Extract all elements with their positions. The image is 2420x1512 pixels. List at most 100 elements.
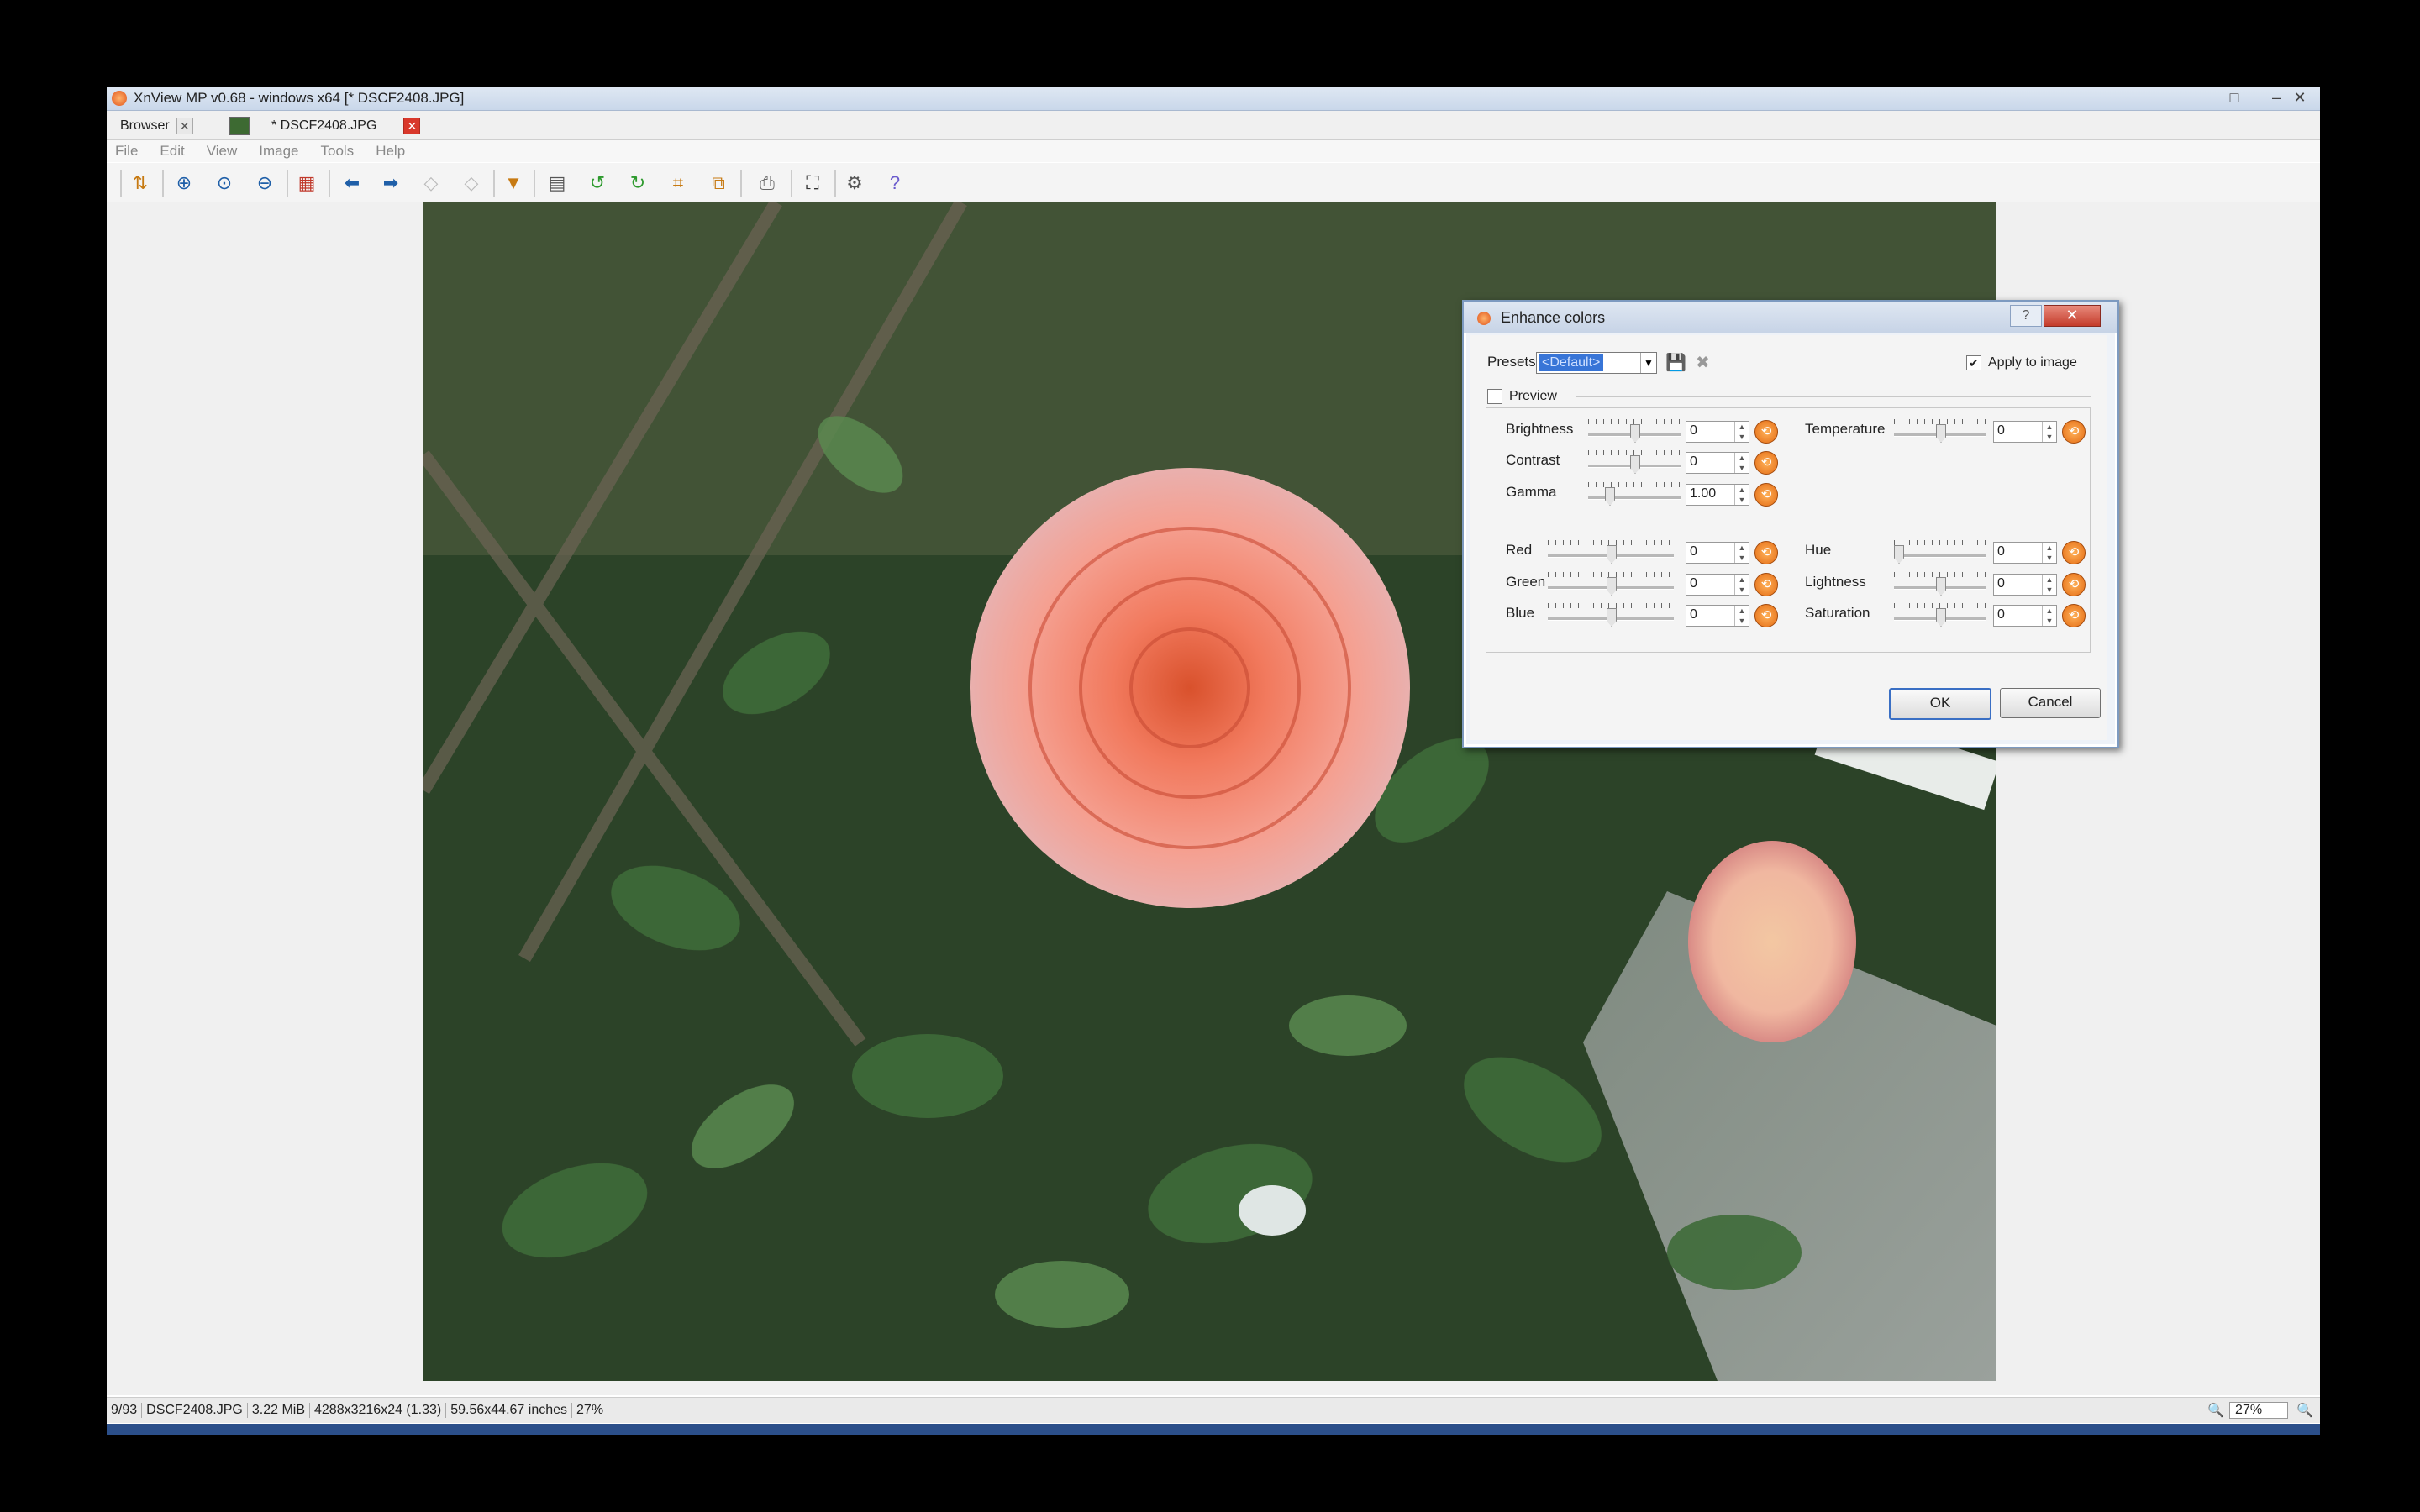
reset-icon[interactable]: ⟲	[1754, 420, 1778, 444]
zoom-in-icon[interactable]: ⊕	[171, 170, 197, 197]
slider-thumb[interactable]	[1607, 577, 1617, 596]
slider-thumb[interactable]	[1630, 424, 1640, 443]
slider-thumb[interactable]	[1605, 487, 1615, 506]
green-slider[interactable]	[1548, 570, 1674, 596]
blue-value-field[interactable]: 0 ▲ ▼	[1686, 605, 1749, 627]
spin-arrows-icon[interactable]: ▲ ▼	[1734, 606, 1749, 626]
grid-icon[interactable]: ▦	[293, 170, 320, 197]
slider-thumb[interactable]	[1607, 545, 1617, 564]
reset-icon[interactable]: ⟲	[1754, 604, 1778, 627]
slider-thumb[interactable]	[1607, 608, 1617, 627]
presets-select[interactable]: <Default> ▼	[1536, 352, 1657, 374]
reset-icon[interactable]: ⟲	[1754, 451, 1778, 475]
brightness-slider[interactable]	[1588, 417, 1681, 443]
temperature-slider[interactable]	[1894, 417, 1986, 443]
menu-file[interactable]: File	[115, 140, 138, 162]
minimize-icon[interactable]: –	[2265, 90, 2288, 107]
spin-arrows-icon[interactable]: ▲ ▼	[1734, 453, 1749, 473]
slider-thumb[interactable]	[1936, 608, 1946, 627]
spin-arrows-icon[interactable]: ▲ ▼	[1734, 422, 1749, 442]
reset-icon[interactable]: ⟲	[1754, 573, 1778, 596]
preview-checkbox[interactable]	[1487, 389, 1502, 404]
zoom-in-small-icon[interactable]: 🔍	[2296, 1402, 2313, 1419]
menu-tools[interactable]: Tools	[321, 140, 355, 162]
slider-thumb[interactable]	[1894, 545, 1904, 564]
hue-value-field[interactable]: 0 ▲ ▼	[1993, 542, 2057, 564]
menu-view[interactable]: View	[207, 140, 238, 162]
spin-arrows-icon[interactable]: ▲ ▼	[1734, 575, 1749, 595]
contrast-slider[interactable]	[1588, 449, 1681, 474]
menu-help[interactable]: Help	[376, 140, 405, 162]
gamma-value-field[interactable]: 1.00 ▲ ▼	[1686, 484, 1749, 506]
slideshow-icon[interactable]: ▼	[500, 170, 527, 197]
help-icon[interactable]: ?	[881, 170, 908, 197]
resize-icon[interactable]: ⧉	[705, 170, 732, 197]
apply-to-image-checkbox[interactable]: ✔	[1966, 355, 1981, 370]
previous-icon[interactable]: ⬅	[339, 170, 366, 197]
menu-image[interactable]: Image	[259, 140, 298, 162]
status-dimensions: 4288x3216x24 (1.33)	[310, 1403, 447, 1418]
rotate-left-icon[interactable]: ↺	[584, 170, 611, 197]
next-icon[interactable]: ➡	[377, 170, 404, 197]
green-value-field[interactable]: 0 ▲ ▼	[1686, 574, 1749, 596]
reset-icon[interactable]: ⟲	[2062, 420, 2086, 444]
lightness-value-field[interactable]: 0 ▲ ▼	[1993, 574, 2057, 596]
fullscreen-icon[interactable]: ⛶	[799, 170, 826, 197]
dialog-body: Presets: <Default> ▼ 💾 ✖ ✔ Apply to imag…	[1470, 335, 2107, 740]
temperature-value-field[interactable]: 0 ▲ ▼	[1993, 421, 2057, 443]
reset-icon[interactable]: ⟲	[1754, 541, 1778, 564]
close-icon[interactable]: ✕	[2288, 90, 2312, 107]
tab-close-icon[interactable]: ✕	[403, 118, 421, 134]
saturation-value-field[interactable]: 0 ▲ ▼	[1993, 605, 2057, 627]
spin-arrows-icon[interactable]: ▲ ▼	[2042, 422, 2056, 442]
status-print-size: 59.56x44.67 inches	[446, 1403, 573, 1418]
hue-slider[interactable]	[1894, 538, 1986, 564]
contrast-value-field[interactable]: 0 ▲ ▼	[1686, 452, 1749, 474]
ok-button[interactable]: OK	[1889, 688, 1991, 720]
print-icon[interactable]: ⎙	[754, 170, 781, 197]
browser-toggle-icon[interactable]: ⇅	[127, 170, 154, 197]
menu-edit[interactable]: Edit	[160, 140, 184, 162]
spin-arrows-icon[interactable]: ▲ ▼	[2042, 575, 2056, 595]
red-value-field[interactable]: 0 ▲ ▼	[1686, 542, 1749, 564]
slider-thumb[interactable]	[1936, 577, 1946, 596]
zoom-fit-icon[interactable]: ⊙	[211, 170, 238, 197]
saturation-slider[interactable]	[1894, 601, 1986, 627]
tab-close-icon[interactable]: ✕	[176, 118, 193, 134]
settings-icon[interactable]: ⚙	[841, 170, 868, 197]
tab-image[interactable]: * DSCF2408.JPG ✕	[229, 114, 421, 138]
dialog-help-button[interactable]: ?	[2010, 305, 2042, 327]
status-filename: DSCF2408.JPG	[142, 1403, 248, 1418]
slider-thumb[interactable]	[1936, 424, 1946, 443]
cancel-button[interactable]: Cancel	[2000, 688, 2101, 718]
status-index: 9/93	[107, 1403, 143, 1418]
save-preset-icon[interactable]: 💾	[1665, 352, 1686, 373]
slider-thumb[interactable]	[1630, 455, 1640, 474]
spin-arrows-icon[interactable]: ▲ ▼	[1734, 543, 1749, 563]
brightness-value-field[interactable]: 0 ▲ ▼	[1686, 421, 1749, 443]
reset-icon[interactable]: ⟲	[2062, 573, 2086, 596]
blue-slider[interactable]	[1548, 601, 1674, 627]
spin-arrows-icon[interactable]: ▲ ▼	[2042, 543, 2056, 563]
zoom-out-small-icon[interactable]: 🔍	[2207, 1402, 2224, 1419]
maximize-icon[interactable]: □	[2223, 90, 2246, 107]
crop-icon[interactable]: ⌗	[665, 170, 692, 197]
value-text: 0	[1690, 454, 1697, 469]
spin-arrows-icon[interactable]: ▲ ▼	[1734, 485, 1749, 505]
first-icon[interactable]: ◇	[418, 170, 445, 197]
zoom-out-icon[interactable]: ⊖	[251, 170, 278, 197]
reset-icon[interactable]: ⟲	[2062, 541, 2086, 564]
last-icon[interactable]: ◇	[458, 170, 485, 197]
delete-preset-icon[interactable]: ✖	[1696, 352, 1710, 373]
spin-arrows-icon[interactable]: ▲ ▼	[2042, 606, 2056, 626]
red-slider[interactable]	[1548, 538, 1674, 564]
zoom-field[interactable]: 27%	[2229, 1402, 2289, 1419]
rotate-right-icon[interactable]: ↻	[624, 170, 651, 197]
gamma-slider[interactable]	[1588, 480, 1681, 506]
reset-icon[interactable]: ⟲	[2062, 604, 2086, 627]
lightness-slider[interactable]	[1894, 570, 1986, 596]
reset-icon[interactable]: ⟲	[1754, 483, 1778, 507]
tab-browser[interactable]: Browser ✕	[120, 114, 193, 138]
filmstrip-icon[interactable]: ▤	[544, 170, 571, 197]
dialog-close-button[interactable]: ✕	[2044, 305, 2101, 327]
